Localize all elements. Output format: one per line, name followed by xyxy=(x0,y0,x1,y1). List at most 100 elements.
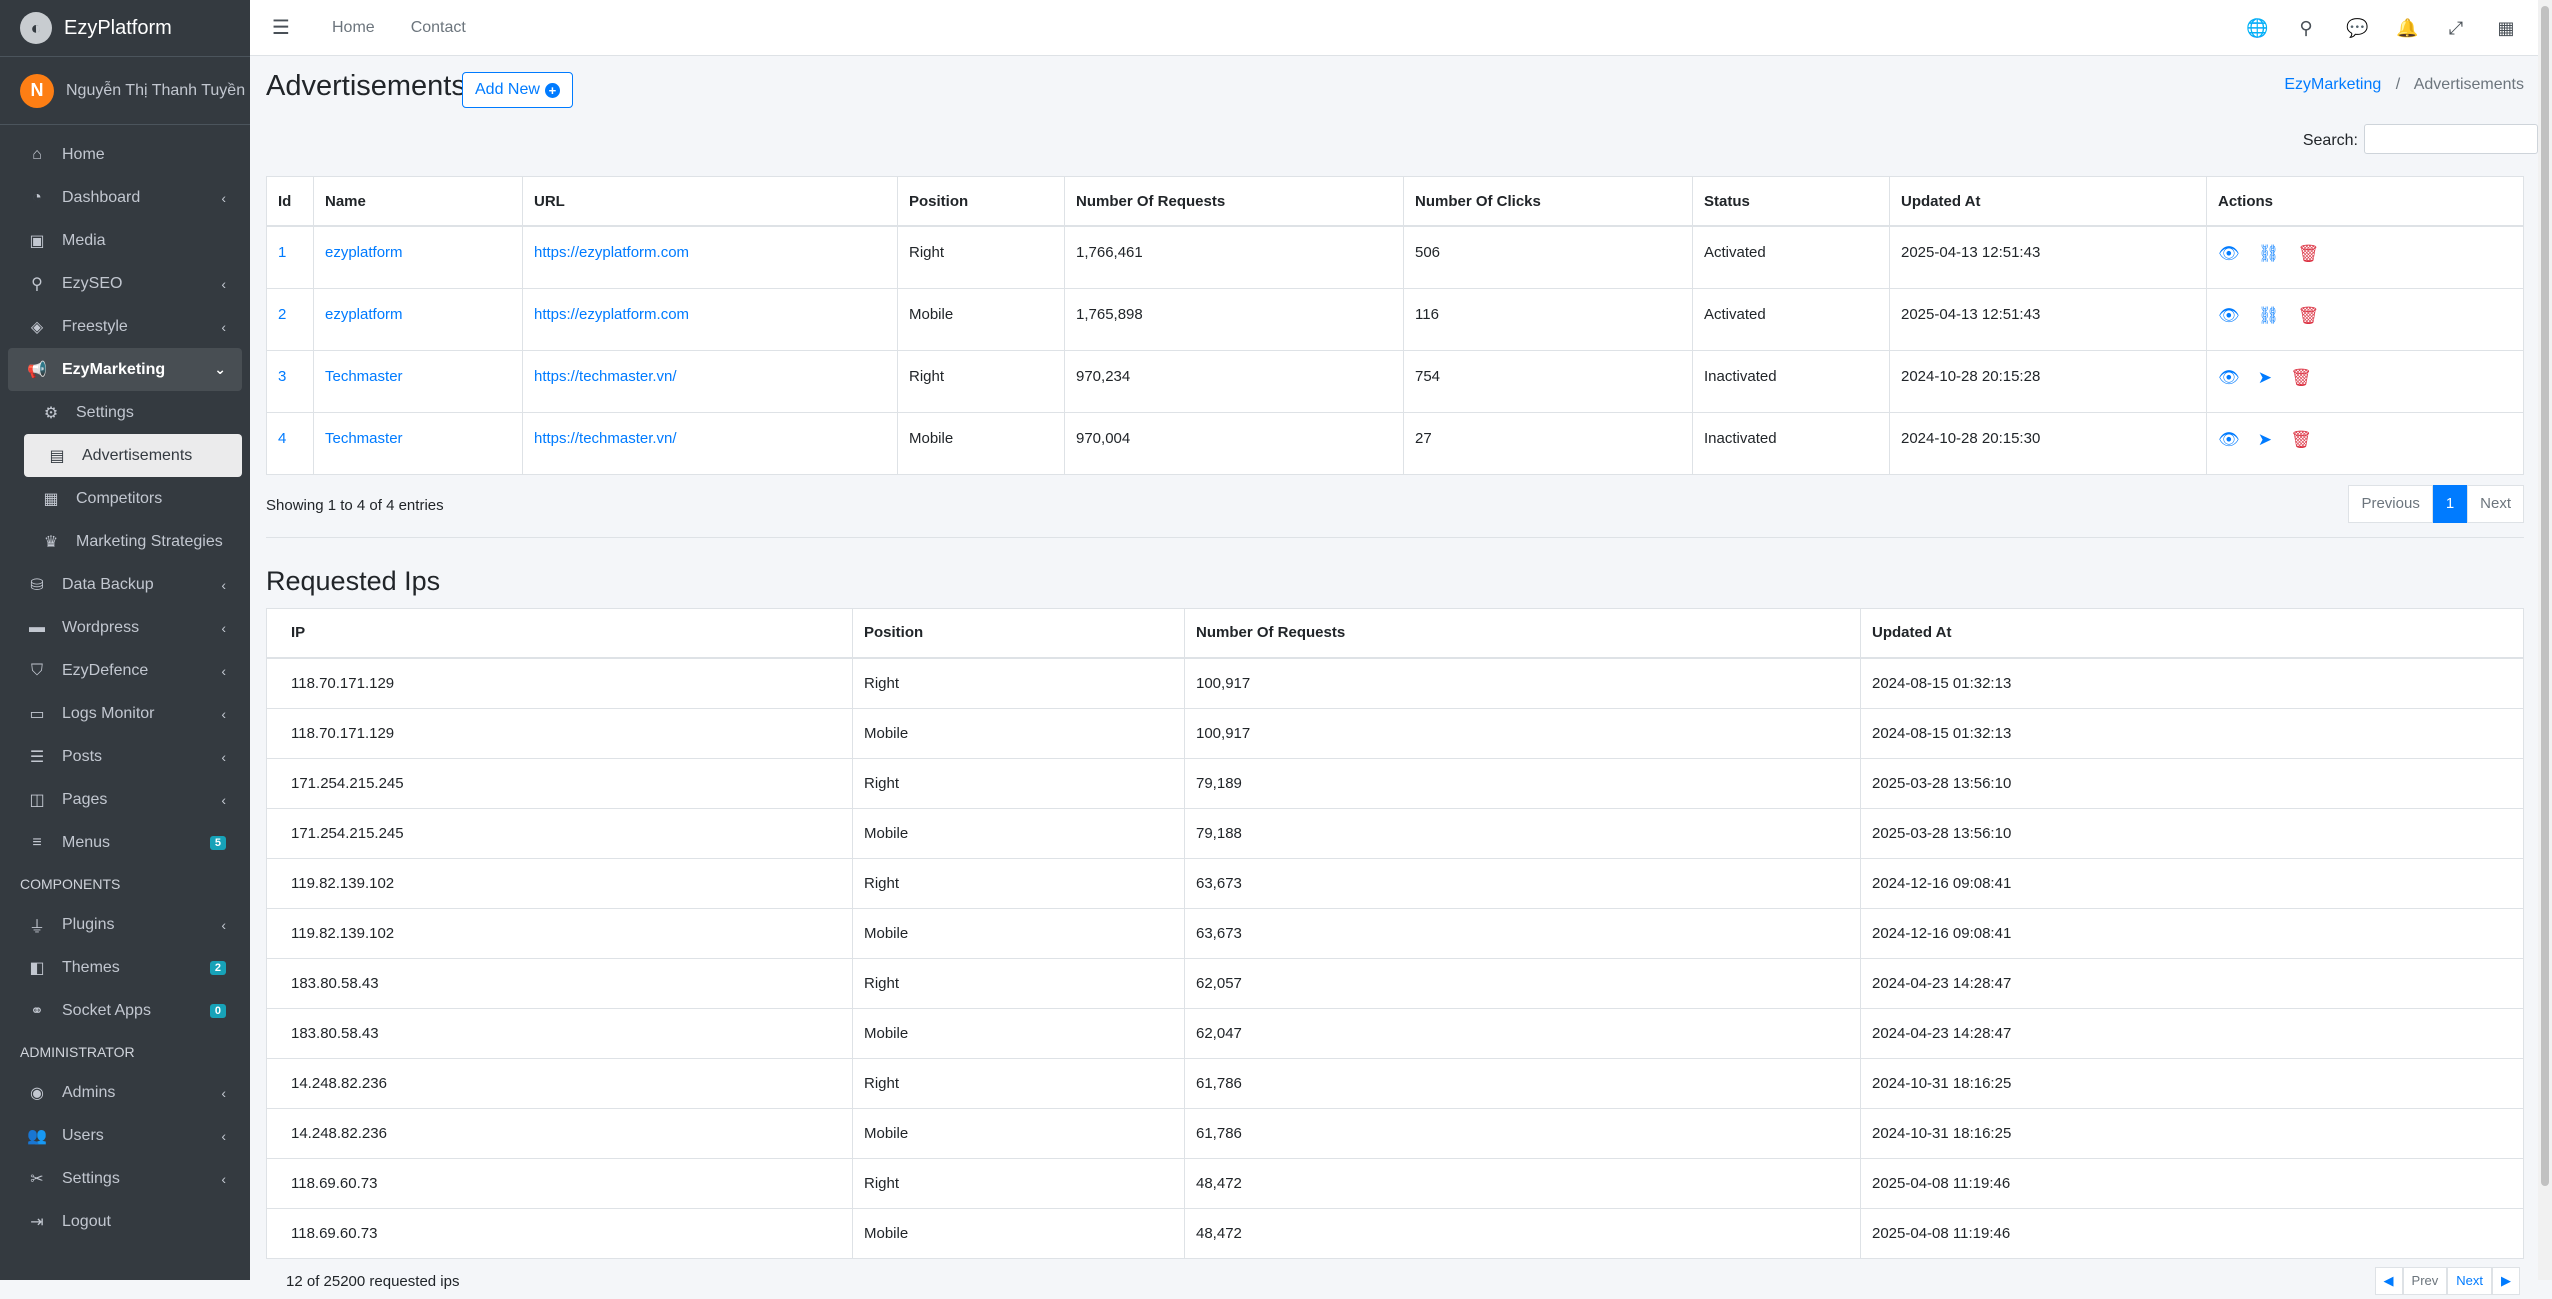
column-header[interactable]: Updated At xyxy=(1889,176,2207,227)
sidebar-item-ezymarketing[interactable]: 📢 EzyMarketing ⌄ xyxy=(8,348,242,391)
sidebar-item-ezydefence[interactable]: ⛉ EzyDefence ‹ xyxy=(8,649,242,692)
ip-address: 118.69.60.73 xyxy=(266,1157,853,1209)
next-button[interactable]: Next xyxy=(2467,484,2524,523)
nav-link-contact[interactable]: Contact xyxy=(411,19,466,37)
chevron-left-icon: ‹ xyxy=(221,275,226,292)
arrow-right-circle-icon[interactable]: ▶ xyxy=(2492,1266,2520,1295)
globe-icon[interactable]: 🌐 xyxy=(2246,18,2268,39)
column-header[interactable]: Position xyxy=(897,176,1065,227)
prev-button[interactable]: Prev xyxy=(2402,1266,2448,1295)
column-header[interactable]: Status xyxy=(1692,176,1890,227)
ad-status: Inactivated xyxy=(1692,411,1890,475)
sidebar-item-logs-monitor[interactable]: ▭ Logs Monitor ‹ xyxy=(8,692,242,735)
row-actions: 👁 ⛓ 🗑 xyxy=(2206,225,2524,289)
ad-clicks: 27 xyxy=(1403,411,1693,475)
sidebar-item-users[interactable]: 👥 Users ‹ xyxy=(8,1114,242,1157)
sidebar-item-label: Home xyxy=(62,145,105,163)
user-name[interactable]: Nguyễn Thị Thanh Tuyền xyxy=(66,82,245,100)
previous-button[interactable]: Previous xyxy=(2348,484,2433,523)
sidebar-item-label: Themes xyxy=(62,958,120,976)
add-new-button[interactable]: Add New + xyxy=(462,72,573,108)
sidebar-item-competitors[interactable]: ▦ Competitors xyxy=(8,477,242,520)
ad-id-link[interactable]: 3 xyxy=(278,368,286,385)
page-1-button[interactable]: 1 xyxy=(2432,484,2468,523)
chat-icon[interactable]: 💬 xyxy=(2346,18,2368,39)
ad-name-link[interactable]: ezyplatform xyxy=(325,306,403,323)
ad-name-link[interactable]: ezyplatform xyxy=(325,244,403,261)
sidebar-item-posts[interactable]: ☰ Posts ‹ xyxy=(8,735,242,778)
sidebar-item-freestyle[interactable]: ◈ Freestyle ‹ xyxy=(8,305,242,348)
unlink-icon[interactable]: ⛓ xyxy=(2258,306,2280,326)
ad-updated-at: 2024-10-28 20:15:28 xyxy=(1889,349,2207,413)
column-header[interactable]: Name xyxy=(313,176,523,227)
table-row: 118.70.171.129 Right 100,917 2024-08-15 01:… xyxy=(266,657,2524,709)
column-header[interactable]: Number Of Clicks xyxy=(1403,176,1693,227)
sidebar-item-themes[interactable]: ◧ Themes 2 xyxy=(8,946,242,989)
megaphone-icon: 📢 xyxy=(27,361,47,379)
search-input[interactable] xyxy=(2364,124,2538,154)
sidebar-item-marketing-strategies[interactable]: ♛ Marketing Strategies xyxy=(8,520,242,563)
ad-id-link[interactable]: 4 xyxy=(278,430,286,447)
sidebar-item-advertisements[interactable]: ▤ Advertisements xyxy=(24,434,242,477)
ad-id-link[interactable]: 1 xyxy=(278,244,286,261)
bell-icon[interactable]: 🔔 xyxy=(2396,18,2418,39)
next-button[interactable]: Next xyxy=(2447,1266,2492,1295)
column-header: Updated At xyxy=(1860,607,2524,659)
sidebar-item-marketing-settings[interactable]: ⚙ Settings xyxy=(8,391,242,434)
sidebar-item-ezyseo[interactable]: ⚲ EzySEO ‹ xyxy=(8,262,242,305)
ad-name-link[interactable]: Techmaster xyxy=(325,430,403,447)
brand[interactable]: ◐ EzyPlatform xyxy=(0,0,250,57)
eye-icon[interactable]: 👁 xyxy=(2218,368,2240,388)
unlink-icon[interactable]: ⛓ xyxy=(2258,244,2280,264)
eye-icon[interactable]: 👁 xyxy=(2218,306,2240,326)
sidebar-item-plugins[interactable]: ⏚ Plugins ‹ xyxy=(8,903,242,946)
scrollbar-thumb[interactable] xyxy=(2541,6,2549,1186)
search-icon: ⚲ xyxy=(31,275,43,293)
trash-icon[interactable]: 🗑 xyxy=(2290,368,2312,388)
paper-plane-icon[interactable]: ➤ xyxy=(2258,368,2272,388)
ip-position: Mobile xyxy=(852,1007,1185,1059)
ips-table-footer: 12 of 25200 requested ips ◀ Prev Next ▶ xyxy=(250,1259,2538,1299)
nav-link-home[interactable]: Home xyxy=(332,19,375,37)
sidebar-item-pages[interactable]: ◫ Pages ‹ xyxy=(8,778,242,821)
trash-icon[interactable]: 🗑 xyxy=(2298,306,2320,326)
sidebar-item-wordpress[interactable]: ▬ Wordpress ‹ xyxy=(8,606,242,649)
fullscreen-icon[interactable]: ⤢ xyxy=(2446,18,2466,39)
breadcrumb-link-ezymarketing[interactable]: EzyMarketing xyxy=(2284,76,2381,93)
page-scrollbar[interactable] xyxy=(2538,0,2552,1280)
sidebar-item-logout[interactable]: ⇥ Logout xyxy=(8,1200,242,1243)
arrow-left-circle-icon[interactable]: ◀ xyxy=(2374,1266,2403,1295)
row-actions: 👁 ⛓ 🗑 xyxy=(2206,287,2524,351)
eye-icon[interactable]: 👁 xyxy=(2218,244,2240,264)
ad-url-link[interactable]: https://techmaster.vn/ xyxy=(534,368,677,385)
sidebar-item-socket-apps[interactable]: ⚭ Socket Apps 0 xyxy=(8,989,242,1032)
hamburger-icon[interactable]: ☰ xyxy=(272,15,296,40)
column-header[interactable]: URL xyxy=(522,176,898,227)
sidebar-item-admin-settings[interactable]: ✂ Settings ‹ xyxy=(8,1157,242,1200)
trash-icon[interactable]: 🗑 xyxy=(2290,430,2312,450)
trash-icon[interactable]: 🗑 xyxy=(2298,244,2320,264)
search-icon[interactable]: ⚲ xyxy=(2296,18,2316,39)
ips-count-info: 12 of 25200 requested ips xyxy=(286,1272,460,1290)
paper-plane-icon[interactable]: ➤ xyxy=(2258,430,2272,450)
sidebar-item-dashboard[interactable]: ◔ Dashboard ‹ xyxy=(8,176,242,219)
column-header[interactable]: Id xyxy=(266,176,314,227)
ad-id-link[interactable]: 2 xyxy=(278,306,286,323)
sidebar-item-admins[interactable]: ◉ Admins ‹ xyxy=(8,1071,242,1114)
column-header[interactable]: Number Of Requests xyxy=(1064,176,1404,227)
sidebar-item-media[interactable]: ▣ Media xyxy=(8,219,242,262)
eye-icon[interactable]: 👁 xyxy=(2218,430,2240,450)
user-panel[interactable]: N Nguyễn Thị Thanh Tuyền xyxy=(0,57,250,125)
ad-name-link[interactable]: Techmaster xyxy=(325,368,403,385)
ip-requests: 63,673 xyxy=(1184,907,1861,959)
sidebar-item-data-backup[interactable]: ⛁ Data Backup ‹ xyxy=(8,563,242,606)
row-actions: 👁 ➤ 🗑 xyxy=(2206,411,2524,475)
ad-url-link[interactable]: https://techmaster.vn/ xyxy=(534,430,677,447)
sidebar-item-home[interactable]: ⌂ Home xyxy=(8,133,242,176)
table-row: 119.82.139.102 Mobile 63,673 2024-12-16 09:… xyxy=(266,907,2524,959)
ad-url-link[interactable]: https://ezyplatform.com xyxy=(534,306,689,323)
apps-grid-icon[interactable]: ▦ xyxy=(2496,18,2516,39)
sidebar-item-menus[interactable]: ≡ Menus 5 xyxy=(8,821,242,864)
table-row: 171.254.215.245 Right 79,189 2025-03-28 13:… xyxy=(266,757,2524,809)
ad-url-link[interactable]: https://ezyplatform.com xyxy=(534,244,689,261)
